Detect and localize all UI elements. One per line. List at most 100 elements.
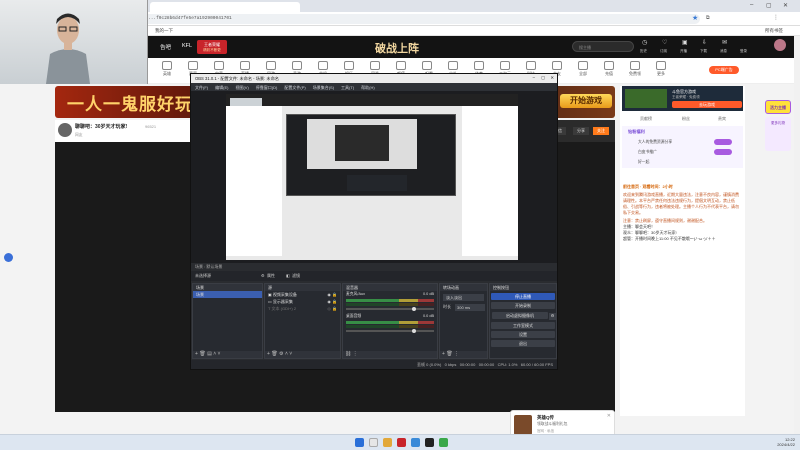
source-item[interactable]: ▣ 视频采集设备 ◉ 🔒: [265, 291, 340, 298]
bookmark-item[interactable]: 我的一下: [155, 28, 173, 34]
obs-menu-item[interactable]: 帮助(H): [361, 85, 375, 90]
star-icon[interactable]: ★: [692, 14, 698, 22]
follow-button[interactable]: 关注: [593, 127, 609, 135]
obs-menu-item[interactable]: 场景集合(S): [313, 85, 334, 90]
all-bookmarks[interactable]: 所有书签: [765, 28, 783, 34]
start-game-button[interactable]: 开始游戏: [560, 94, 612, 108]
user-item-subscribe[interactable]: 订阅: [660, 49, 667, 54]
menu-icon[interactable]: ⋮: [773, 14, 779, 21]
download-icon[interactable]: ⇩: [702, 39, 707, 46]
scene-item[interactable]: 场景: [193, 291, 262, 298]
browser-icon[interactable]: [411, 438, 420, 447]
promo-badge[interactable]: 王者荣耀 精彩不断更: [197, 40, 227, 54]
stop-streaming-button[interactable]: 停止直播: [491, 293, 555, 301]
source-item[interactable]: ▭ 显示器采集 ◉ 🔒: [265, 298, 340, 305]
user-item-live[interactable]: 开播: [680, 49, 687, 54]
streamer-avatar[interactable]: [58, 123, 72, 137]
join-badge[interactable]: [714, 139, 732, 145]
gear-icon[interactable]: ⚙: [261, 273, 265, 278]
tab-fans[interactable]: 粉丝: [682, 116, 690, 122]
obs-menu-item[interactable]: 工具(T): [341, 85, 354, 90]
obs-icon[interactable]: [425, 438, 434, 447]
link-icon[interactable]: ⛓: [345, 351, 351, 357]
gift-badge[interactable]: 更多礼物: [765, 117, 791, 151]
explorer-icon[interactable]: [383, 438, 392, 447]
url-input[interactable]: ...f0c28b6d47fe5e7a192900041701: [140, 14, 700, 24]
side-ad[interactable]: 斗鱼官方游戏 王者荣耀 · 免费领 去玩游戏: [622, 86, 743, 111]
down-icon[interactable]: ˅: [218, 351, 221, 357]
nav-link-2[interactable]: KFL: [182, 43, 192, 49]
menu-icon[interactable]: ⋮: [454, 351, 459, 357]
volume-slider[interactable]: [346, 329, 434, 333]
obs-close-icon[interactable]: ✕: [550, 75, 554, 80]
tab-vip[interactable]: 贵宾: [718, 116, 726, 122]
obs-maximize-icon[interactable]: ▢: [541, 75, 545, 80]
virtual-camera-button[interactable]: 启动虚拟摄像机: [492, 311, 548, 319]
filters-button[interactable]: 滤镜: [292, 273, 300, 279]
start-icon[interactable]: [355, 438, 364, 447]
gear-icon[interactable]: ⚙: [279, 351, 283, 357]
system-tray[interactable]: 12:22 2024/4/22: [777, 437, 795, 447]
avatar[interactable]: [774, 39, 786, 51]
category-nav-item[interactable]: 充值: [597, 61, 621, 77]
trash-icon[interactable]: 🗑: [199, 351, 205, 357]
filter-icon[interactable]: ◧: [286, 273, 290, 278]
obs-minimize-icon[interactable]: –: [533, 75, 535, 80]
settings-button[interactable]: 设置: [491, 330, 555, 338]
browser-tab-active[interactable]: [150, 2, 300, 12]
obs-preview[interactable]: [191, 91, 557, 263]
gear-icon[interactable]: ⚙: [549, 312, 556, 320]
trash-icon[interactable]: 🗑: [446, 351, 452, 357]
camera-icon[interactable]: ▣: [682, 39, 688, 46]
obs-menu-item[interactable]: 文件(F): [195, 85, 208, 90]
eye-icon[interactable]: ◉ 🔒: [327, 299, 337, 304]
maximize-icon[interactable]: ▢: [766, 2, 772, 9]
active-badge[interactable]: 活力主播: [765, 100, 791, 114]
site-logo[interactable]: 破战上阵: [375, 40, 419, 56]
volume-slider[interactable]: [346, 307, 434, 311]
extensions-icon[interactable]: ⧉: [706, 15, 710, 21]
trash-icon[interactable]: 🗑: [271, 351, 277, 357]
add-icon[interactable]: +: [267, 351, 270, 357]
studio-mode-button[interactable]: 工作室模式: [491, 321, 555, 329]
search-input[interactable]: 搜主播: [572, 41, 634, 52]
minimize-icon[interactable]: –: [750, 2, 753, 8]
floating-help-icon[interactable]: [4, 253, 13, 262]
config-icon[interactable]: ▤: [207, 351, 212, 357]
down-icon[interactable]: ˅: [289, 351, 292, 357]
share-button[interactable]: 分享: [573, 127, 589, 135]
nav-link-1[interactable]: 告吧: [160, 43, 171, 51]
up-icon[interactable]: ˄: [285, 351, 288, 357]
user-item-history[interactable]: 历史: [640, 49, 647, 54]
chat-app-icon[interactable]: [439, 438, 448, 447]
join-badge[interactable]: [714, 149, 732, 155]
transition-select[interactable]: 淡入淡出: [443, 294, 484, 301]
heart-icon[interactable]: ♡: [662, 39, 667, 46]
obs-menu-item[interactable]: 视图(V): [235, 85, 248, 90]
category-nav-item[interactable]: 全部: [571, 61, 595, 77]
close-icon[interactable]: ✕: [607, 413, 611, 419]
message-icon[interactable]: ✉: [722, 39, 727, 46]
category-nav-item[interactable]: 免费领: [623, 61, 647, 77]
source-item[interactable]: T 文本 (GDI+) 2 ◎ 🔒: [265, 305, 340, 312]
obs-menu-item[interactable]: 配置文件(P): [284, 85, 305, 90]
close-icon[interactable]: ✕: [783, 2, 788, 9]
user-item-login[interactable]: 登录: [740, 49, 747, 54]
properties-button[interactable]: 属性: [267, 273, 275, 279]
user-item-download[interactable]: 下载: [700, 49, 707, 54]
duration-input[interactable]: 300 ms: [455, 304, 485, 311]
obs-menu-item[interactable]: 编辑(E): [215, 85, 228, 90]
search-icon[interactable]: [369, 438, 378, 447]
tab-contrib[interactable]: 贡献榜: [640, 116, 652, 122]
eye-icon[interactable]: ◉ 🔒: [327, 292, 337, 297]
eye-icon[interactable]: ◎ 🔒: [327, 306, 337, 311]
ad-button[interactable]: 去玩游戏: [672, 101, 742, 108]
category-nav-item[interactable]: 英雄: [155, 61, 179, 77]
page-scrollbar[interactable]: [794, 36, 800, 434]
start-recording-button[interactable]: 开始录制: [491, 302, 555, 310]
user-item-message[interactable]: 消息: [720, 49, 727, 54]
pc-ad-badge[interactable]: PC端广告: [709, 66, 739, 74]
obs-menu-item[interactable]: 停靠窗口(D): [256, 85, 278, 90]
exit-button[interactable]: 退出: [491, 340, 555, 348]
history-icon[interactable]: ◷: [642, 39, 647, 46]
